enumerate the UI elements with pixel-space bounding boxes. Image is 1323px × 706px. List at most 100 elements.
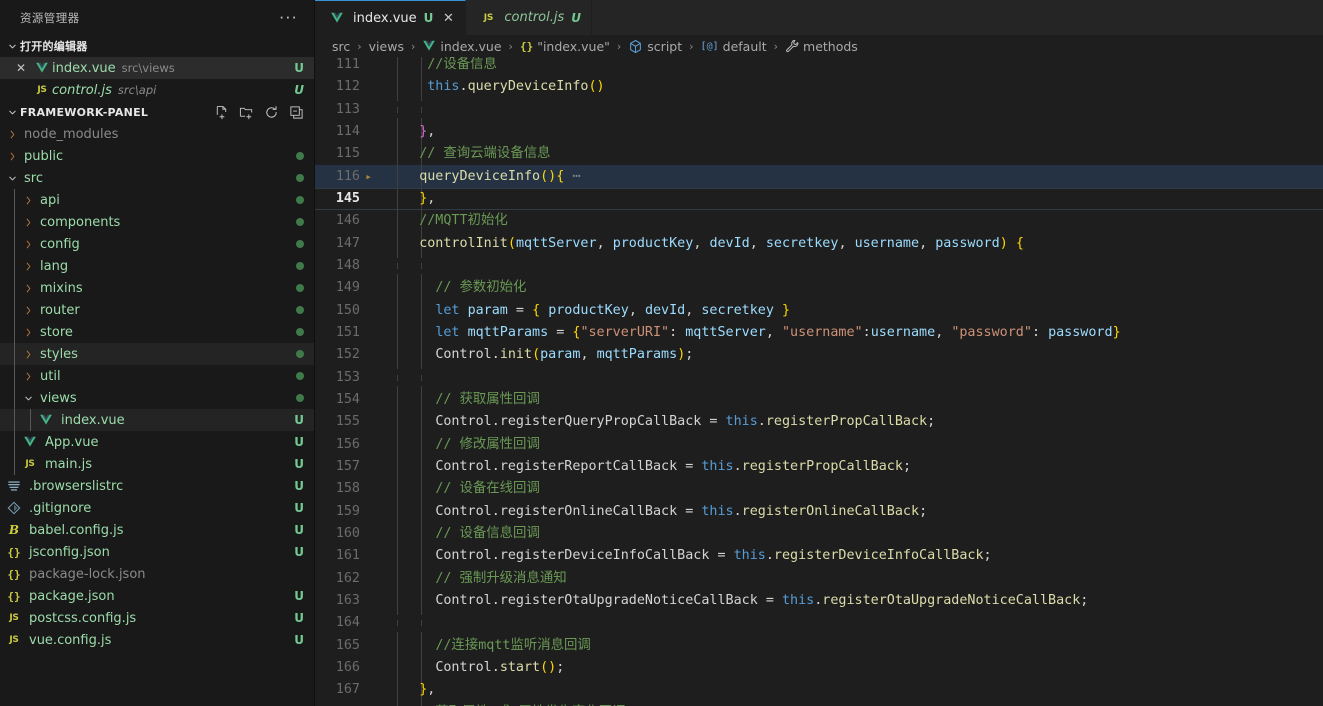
editor-tab[interactable]: JS control.js U xyxy=(466,0,593,35)
code-line[interactable]: 155 Control.registerQueryPropCallBack = … xyxy=(315,408,1323,437)
close-icon[interactable]: ✕ xyxy=(10,61,32,75)
code-line[interactable]: 167 }, xyxy=(315,676,1323,705)
tree-file-row[interactable]: {} package-lock.json xyxy=(0,563,314,585)
code-line[interactable]: 160 // 设备信息回调 xyxy=(315,520,1323,549)
code-line[interactable]: 159 Control.registerOnlineCallBack = thi… xyxy=(315,497,1323,526)
collapse-all-icon[interactable] xyxy=(288,104,304,120)
breadcrumb-item[interactable]: script xyxy=(628,39,682,54)
tree-folder-row[interactable]: styles xyxy=(0,343,314,365)
code-line[interactable]: 146 //MQTT初始化 xyxy=(315,207,1323,236)
tab-close-icon[interactable]: ✕ xyxy=(441,11,455,26)
breadcrumb-item[interactable]: [@] default xyxy=(701,39,767,54)
chevron-right-icon[interactable] xyxy=(20,283,36,294)
file-name: index.vue xyxy=(61,412,125,428)
code-line[interactable]: 157 Control.registerReportCallBack = thi… xyxy=(315,453,1323,482)
code-line[interactable]: 151 let mqttParams = {"serverURI": mqttS… xyxy=(315,318,1323,347)
chevron-right-icon[interactable] xyxy=(20,305,36,316)
tree-folder-row[interactable]: src xyxy=(0,167,314,189)
code-editor[interactable]: 111 //设备信息 112 this.queryDeviceInfo() 113 1… xyxy=(315,57,1323,706)
code-line[interactable]: 166 Control.start(); xyxy=(315,654,1323,683)
code-tokens: Control.registerReportCallBack = this.re… xyxy=(395,459,911,474)
chevron-right-icon[interactable] xyxy=(20,327,36,338)
refresh-icon[interactable] xyxy=(263,104,279,120)
code-line[interactable]: 114 }, xyxy=(315,117,1323,146)
code-tokens: // 设备在线回调 xyxy=(395,481,540,496)
tree-file-row[interactable]: JS main.js U xyxy=(0,453,314,475)
code-token: , xyxy=(838,235,855,251)
chevron-right-icon[interactable] xyxy=(20,371,36,382)
tree-file-row[interactable]: {} package.json U xyxy=(0,585,314,607)
tree-folder-row[interactable]: router xyxy=(0,299,314,321)
tree-folder-row[interactable]: store xyxy=(0,321,314,343)
chevron-right-icon[interactable] xyxy=(4,129,20,140)
tree-folder-row[interactable]: public xyxy=(0,145,314,167)
open-editors-section-header[interactable]: 打开的编辑器 xyxy=(0,35,314,57)
code-line[interactable]: 116 ▸ queryDeviceInfo(){ ⋯ xyxy=(315,162,1323,191)
tree-file-row[interactable]: .browserslistrc U xyxy=(0,475,314,497)
breadcrumb-item[interactable]: {} "index.vue" xyxy=(520,39,610,54)
tree-folder-row[interactable]: api xyxy=(0,189,314,211)
code-line[interactable]: 115 // 查询云端设备信息 xyxy=(315,140,1323,169)
code-line[interactable]: 152 Control.init(param, mqttParams); xyxy=(315,341,1323,370)
new-folder-icon[interactable] xyxy=(238,104,254,120)
code-line[interactable]: 165 //连接mqtt监听消息回调 xyxy=(315,631,1323,660)
tree-file-row[interactable]: Bbabel.config.js U xyxy=(0,519,314,541)
code-line[interactable]: 112 this.queryDeviceInfo() xyxy=(315,73,1323,102)
editor-tab[interactable]: index.vue U ✕ xyxy=(315,0,467,35)
tree-file-row[interactable]: JS postcss.config.js U xyxy=(0,607,314,629)
code-line[interactable]: 111 //设备信息 xyxy=(315,57,1323,79)
chevron-right-icon[interactable] xyxy=(20,239,36,250)
code-line[interactable]: 147 controlInit(mqttServer, productKey, … xyxy=(315,229,1323,258)
code-line[interactable]: 162 // 强制升级消息通知 xyxy=(315,564,1323,593)
code-line[interactable]: 168 //获取属性 或 属性发生变化回调 xyxy=(315,698,1323,706)
json-icon: {} xyxy=(519,39,534,53)
open-editor-item[interactable]: JS control.js src\api U xyxy=(0,79,314,101)
tree-file-row[interactable]: App.vue U xyxy=(0,431,314,453)
tree-folder-row[interactable]: config xyxy=(0,233,314,255)
explorer-more-actions-icon[interactable]: ··· xyxy=(279,9,306,27)
tree-file-row[interactable]: {} jsconfig.json U xyxy=(0,541,314,563)
code-line[interactable]: 113 xyxy=(315,98,1323,120)
breadcrumb-item[interactable]: views xyxy=(369,39,404,54)
tree-folder-row[interactable]: components xyxy=(0,211,314,233)
code-line[interactable]: 163 Control.registerOtaUpgradeNoticeCall… xyxy=(315,587,1323,616)
tree-file-row[interactable]: index.vue U xyxy=(0,409,314,431)
chevron-right-icon[interactable] xyxy=(20,261,36,272)
breadcrumb-item[interactable]: index.vue xyxy=(422,39,502,54)
code-line[interactable]: 148 xyxy=(315,255,1323,277)
tree-file-row[interactable]: .gitignore U xyxy=(0,497,314,519)
tree-folder-row[interactable]: lang xyxy=(0,255,314,277)
chevron-right-icon[interactable] xyxy=(4,151,20,162)
project-section-header[interactable]: FRAMEWORK-PANEL xyxy=(0,101,314,123)
chevron-right-icon[interactable] xyxy=(20,217,36,228)
code-line[interactable]: 153 xyxy=(315,366,1323,388)
code-token: mqttParams xyxy=(596,347,678,363)
chevron-right-icon[interactable] xyxy=(20,195,36,206)
open-editor-item[interactable]: ✕ index.vue src\views U xyxy=(0,57,314,79)
tree-file-row[interactable]: JS vue.config.js U xyxy=(0,629,314,651)
breadcrumb-item[interactable]: src xyxy=(332,39,350,54)
fold-chevron-icon[interactable]: ▸ xyxy=(360,166,377,188)
code-line[interactable]: 161 Control.registerDeviceInfoCallBack =… xyxy=(315,542,1323,571)
code-line[interactable]: 154 // 获取属性回调 xyxy=(315,385,1323,414)
tree-folder-row[interactable]: node_modules xyxy=(0,123,314,145)
code-line[interactable]: 156 // 修改属性回调 xyxy=(315,430,1323,459)
tree-folder-row[interactable]: views xyxy=(0,387,314,409)
code-line[interactable]: 150 let param = { productKey, devId, sec… xyxy=(315,296,1323,325)
code-line[interactable]: 164 xyxy=(315,612,1323,634)
tree-folder-row[interactable]: mixins xyxy=(0,277,314,299)
code-tokens: Control.registerOnlineCallBack = this.re… xyxy=(395,504,927,519)
tree-folder-row[interactable]: util xyxy=(0,365,314,387)
code-line[interactable]: 158 // 设备在线回调 xyxy=(315,475,1323,504)
breadcrumb-item[interactable]: methods xyxy=(785,39,858,54)
new-file-icon[interactable] xyxy=(213,104,229,120)
code-line[interactable]: 145 }, xyxy=(315,184,1323,213)
code-line-text: // 设备在线回调 xyxy=(395,475,1323,504)
chevron-down-icon[interactable] xyxy=(4,173,20,184)
code-token: = xyxy=(677,503,702,519)
code-line[interactable]: 149 // 参数初始化 xyxy=(315,274,1323,303)
code-token: . xyxy=(459,79,468,95)
chevron-down-icon[interactable] xyxy=(20,393,36,404)
chevron-right-icon[interactable] xyxy=(20,349,36,360)
